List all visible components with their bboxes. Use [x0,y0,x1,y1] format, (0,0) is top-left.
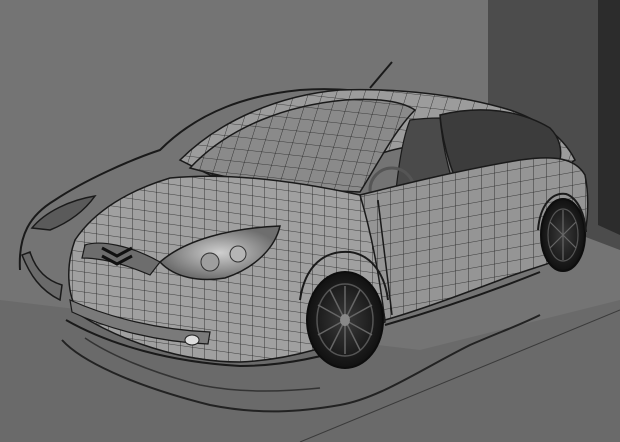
rear-wheel [540,198,586,272]
wall-shadow [598,0,620,235]
headlight-lens-2 [229,245,247,263]
headlight-lens-1 [200,252,220,272]
3d-viewport[interactable] [0,0,620,442]
viewport-canvas[interactable] [0,0,620,442]
front-wheel [306,271,384,369]
fog-light [184,334,200,346]
